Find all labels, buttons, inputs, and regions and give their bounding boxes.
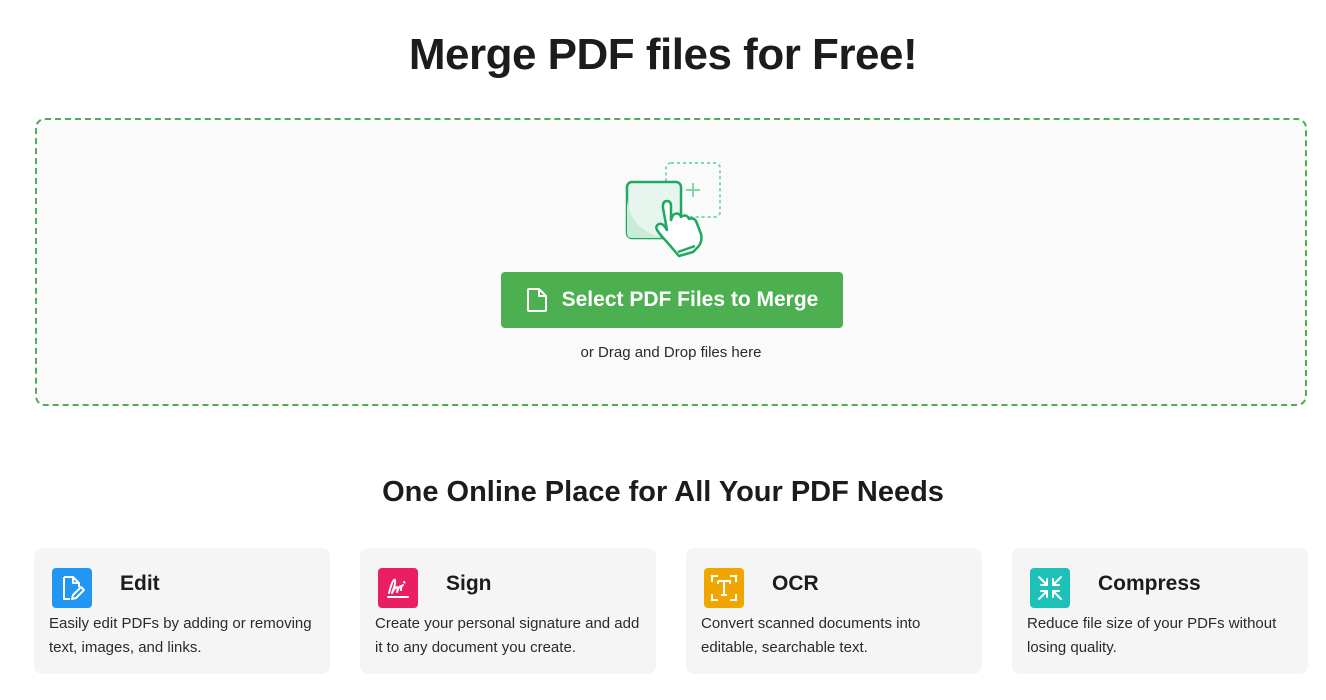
file-dropzone[interactable]: Select PDF Files to Merge or Drag and Dr… [35, 118, 1307, 406]
edit-document-icon [52, 568, 92, 608]
select-button-label: Select PDF Files to Merge [561, 288, 819, 311]
ocr-text-icon [704, 568, 744, 608]
feature-name: Sign [446, 572, 492, 595]
feature-name: Compress [1098, 572, 1201, 595]
feature-card-compress[interactable]: Compress Reduce file size of your PDFs w… [1012, 548, 1308, 674]
feature-card-sign[interactable]: Sign Create your personal signature and … [360, 548, 656, 674]
feature-description: Reduce file size of your PDFs without lo… [1027, 615, 1277, 656]
select-pdf-files-button[interactable]: Select PDF Files to Merge [501, 272, 843, 328]
signature-icon [378, 568, 418, 608]
feature-description: Create your personal signature and add i… [375, 615, 640, 656]
feature-card-ocr[interactable]: OCR Convert scanned documents into edita… [686, 548, 982, 674]
features-section-title: One Online Place for All Your PDF Needs [382, 476, 944, 508]
feature-name: Edit [120, 572, 160, 595]
feature-card-edit[interactable]: Edit Easily edit PDFs by adding or remov… [34, 548, 330, 674]
hand-tap-add-icon [623, 160, 723, 260]
page-title: Merge PDF files for Free! [408, 30, 918, 79]
features-grid: Edit Easily edit PDFs by adding or remov… [34, 548, 1308, 674]
file-icon [526, 287, 548, 313]
feature-description: Convert scanned documents into editable,… [701, 615, 921, 656]
feature-description: Easily edit PDFs by adding or removing t… [49, 615, 312, 656]
compress-arrows-icon [1030, 568, 1070, 608]
feature-name: OCR [772, 572, 819, 595]
drag-drop-hint: or Drag and Drop files here [580, 344, 762, 361]
